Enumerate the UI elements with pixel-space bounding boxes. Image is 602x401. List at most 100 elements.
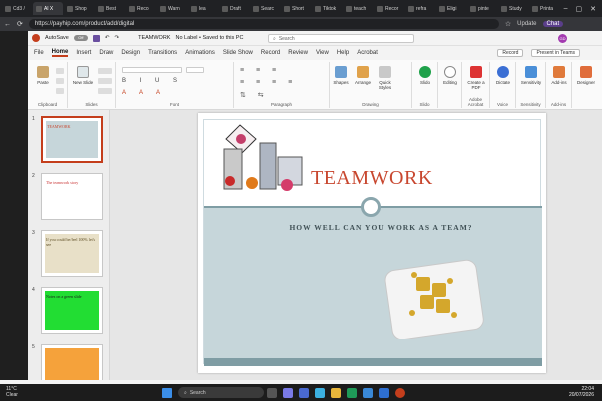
ribbon-tab-slide-show[interactable]: Slide Show <box>223 50 253 56</box>
browser-tab[interactable]: Eligi <box>436 2 466 15</box>
maximize-icon[interactable]: ▢ <box>576 5 583 13</box>
avatar[interactable]: GD <box>558 34 567 43</box>
teams-icon[interactable] <box>299 387 309 398</box>
start-icon[interactable] <box>162 387 172 398</box>
direction-icons[interactable]: ⇅ ⇆ <box>240 91 269 99</box>
shapes-button[interactable]: Shapes <box>330 66 352 85</box>
slide-thumbnail[interactable] <box>41 344 103 380</box>
ribbon-tab-transitions[interactable]: Transitions <box>148 50 177 56</box>
ribbon-tab-file[interactable]: File <box>34 50 44 56</box>
ribbon-tab-design[interactable]: Design <box>121 50 140 56</box>
task-view-icon[interactable] <box>267 387 277 398</box>
ribbon-tab-draw[interactable]: Draw <box>99 50 113 56</box>
chrome-icon[interactable] <box>347 387 357 398</box>
font-size-select[interactable] <box>186 67 204 73</box>
ribbon-tab-acrobat[interactable]: Acrobat <box>357 50 378 56</box>
copilot-icon[interactable] <box>283 387 293 398</box>
file-explorer-icon[interactable] <box>331 387 341 398</box>
browser-tab[interactable]: Warn <box>157 2 187 15</box>
undo-icon[interactable]: ↶ <box>105 35 110 41</box>
reset-icon[interactable] <box>98 78 112 84</box>
browser-tab[interactable]: Short <box>281 2 311 15</box>
ribbon-tab-home[interactable]: Home <box>51 49 69 57</box>
close-icon[interactable]: ✕ <box>590 5 596 13</box>
font-family-select[interactable] <box>122 67 182 73</box>
reload-icon[interactable]: ⟳ <box>17 20 23 28</box>
cut-icon[interactable] <box>56 68 64 74</box>
browser-tab[interactable]: Al X <box>33 2 63 15</box>
tab-favicon-icon <box>346 5 352 12</box>
browser-tab[interactable]: Tiktok <box>312 2 342 15</box>
quick-styles-button[interactable]: Quick Styles <box>374 66 396 90</box>
browser-tab[interactable]: refra <box>405 2 435 15</box>
addins-button[interactable]: Add-ins <box>548 66 570 85</box>
ribbon-tab-insert[interactable]: Insert <box>76 50 91 56</box>
ribbon-tab-view[interactable]: View <box>316 50 329 56</box>
current-slide[interactable]: TEAMWORK HOW WELL CAN YOU WORK AS A TEAM… <box>198 113 546 373</box>
browser-tab[interactable]: Printa <box>529 2 559 15</box>
sensitivity-label: Sensitivity <box>520 80 542 85</box>
ribbon-tab-help[interactable]: Help <box>337 50 349 56</box>
editing-button[interactable]: Editing <box>439 66 461 85</box>
update-button[interactable]: Update <box>517 21 536 27</box>
arrange-button[interactable]: Arrange <box>352 66 374 85</box>
designer-button[interactable]: Designer <box>575 66 597 85</box>
back-icon[interactable]: ← <box>4 21 11 28</box>
star-icon[interactable]: ☆ <box>505 20 511 28</box>
list-icons[interactable]: ≡ ≡ ≡ <box>240 67 281 74</box>
browser-tab[interactable]: Cd3 / <box>2 2 32 15</box>
clipboard-label: Clipboard <box>37 102 58 107</box>
font-color-icon[interactable]: A A A <box>122 90 166 96</box>
minimize-icon[interactable]: – <box>564 5 568 12</box>
label-status[interactable]: No Label • Saved to this PC <box>175 35 243 41</box>
new-slide-button[interactable]: New Slide <box>72 66 94 85</box>
create-pdf-button[interactable]: Create a PDF <box>465 66 487 90</box>
browser-tab[interactable]: Study <box>498 2 528 15</box>
browser-tab[interactable]: Best <box>95 2 125 15</box>
record-button[interactable]: Record <box>497 49 524 57</box>
present-teams-button[interactable]: Present in Teams <box>531 49 580 57</box>
browser-tab[interactable]: Searc <box>250 2 280 15</box>
weather-widget[interactable]: 11°C Clear <box>6 386 18 398</box>
powerpoint-taskbar-icon[interactable] <box>395 387 405 398</box>
ribbon-tab-record[interactable]: Record <box>261 50 280 56</box>
slide-subtitle[interactable]: HOW WELL CAN YOU WORK AS A TEAM? <box>236 223 526 232</box>
save-icon[interactable] <box>92 34 100 42</box>
taskbar-search[interactable]: ⌕ Search <box>178 387 264 398</box>
browser-tab[interactable]: Draft <box>219 2 249 15</box>
copy-icon[interactable] <box>56 78 64 84</box>
chat-button[interactable]: Chat <box>542 21 564 27</box>
paste-button[interactable]: Paste <box>32 66 54 85</box>
tab-label: Shop <box>75 5 87 12</box>
slide-thumbnail[interactable]: Notes on a green slide <box>41 287 103 334</box>
slide-thumbnail[interactable]: TEAMWORK <box>41 116 103 163</box>
format-painter-icon[interactable] <box>56 88 64 94</box>
ribbon-tab-review[interactable]: Review <box>288 50 308 56</box>
redo-icon[interactable]: ↷ <box>114 35 119 41</box>
align-icons[interactable]: ≡ ≡ ≡ ≡ <box>240 79 297 86</box>
system-clock[interactable]: 22:04 20/07/2026 <box>569 386 594 398</box>
slide-title[interactable]: TEAMWORK <box>311 167 433 190</box>
browser-tab[interactable]: teach <box>343 2 373 15</box>
search-input[interactable]: ⌕ Search <box>268 34 414 43</box>
browser-tab[interactable]: lea <box>188 2 218 15</box>
slide-thumbnail[interactable]: If you could be/feel 100% let's see <box>41 230 103 277</box>
autosave-toggle[interactable]: Off <box>73 35 88 41</box>
edge-icon[interactable] <box>315 387 325 398</box>
dictate-button[interactable]: Dictate <box>492 66 514 85</box>
slido-button[interactable]: Slido <box>414 66 436 85</box>
browser-tab[interactable]: Recor <box>374 2 404 15</box>
tab-favicon-icon <box>67 5 73 12</box>
browser-tab[interactable]: Reco <box>126 2 156 15</box>
slide-thumbnail[interactable]: The teamwork story <box>41 173 103 220</box>
layout-icon[interactable] <box>98 68 112 74</box>
url-input[interactable]: https://payhip.com/product/add/digital <box>28 19 499 29</box>
section-icon[interactable] <box>98 88 112 94</box>
browser-tab[interactable]: Shop <box>64 2 94 15</box>
browser-tab[interactable]: pinte <box>467 2 497 15</box>
word-icon[interactable] <box>379 387 389 398</box>
ribbon-tab-animations[interactable]: Animations <box>185 50 215 56</box>
store-icon[interactable] <box>363 387 373 398</box>
sensitivity-button[interactable]: Sensitivity <box>520 66 542 85</box>
bold-italic-underline-icons[interactable]: B I U S <box>122 78 183 84</box>
